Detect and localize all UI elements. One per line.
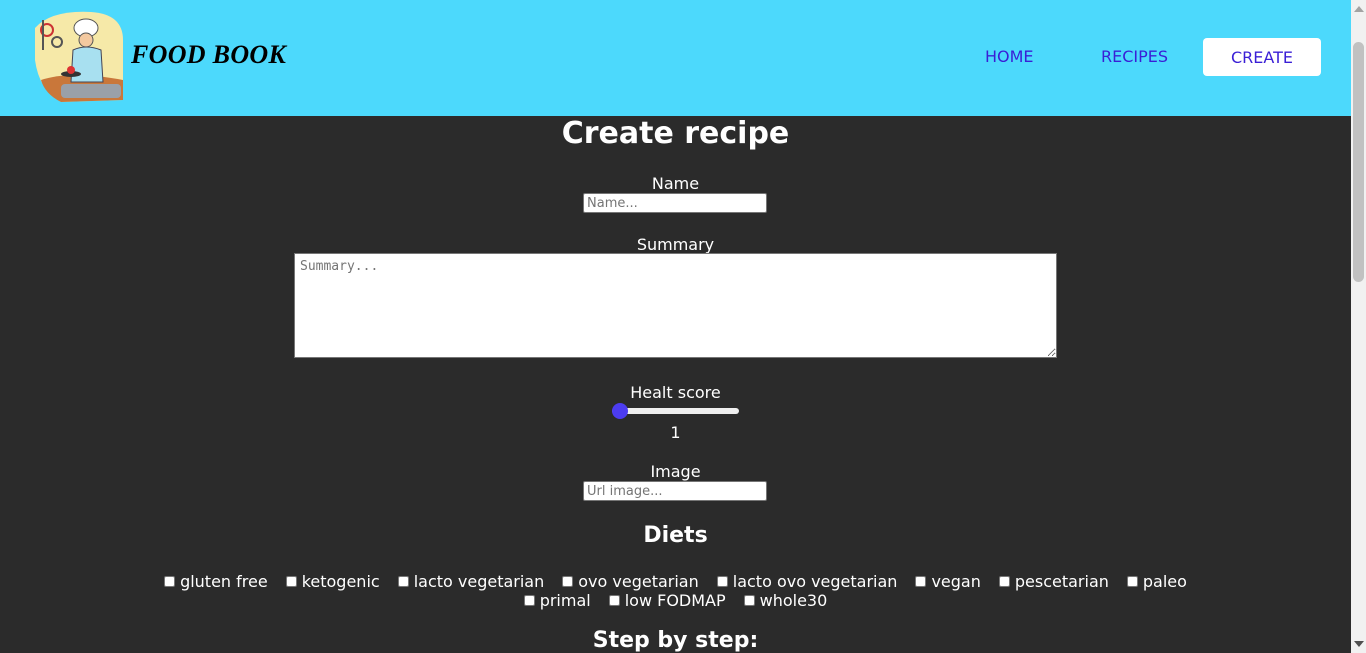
diet-checkbox[interactable] (915, 576, 927, 587)
diet-label: paleo (1142, 572, 1187, 591)
diet-checkbox[interactable] (397, 576, 409, 587)
diet-option[interactable]: low FODMAP (608, 591, 726, 610)
diet-label: vegan (931, 572, 981, 591)
diet-checkbox[interactable] (998, 576, 1010, 587)
diet-checkbox[interactable] (562, 576, 574, 587)
slider-thumb[interactable] (612, 403, 628, 419)
nav-recipes-link[interactable]: RECIPES (1101, 47, 1168, 66)
diet-checkbox[interactable] (743, 595, 755, 606)
diet-label: whole30 (759, 591, 828, 610)
diet-option[interactable]: ketogenic (285, 572, 380, 591)
diet-option[interactable]: lacto ovo vegetarian (716, 572, 898, 591)
nav-home-link[interactable]: HOME (985, 47, 1034, 66)
diet-option[interactable]: primal (523, 591, 591, 610)
chef-logo-icon[interactable] (31, 10, 125, 103)
summary-textarea[interactable] (294, 253, 1057, 358)
scroll-down-arrow-icon[interactable] (1354, 641, 1364, 647)
diet-label: ovo vegetarian (578, 572, 699, 591)
nav-create-button[interactable]: CREATE (1203, 38, 1321, 76)
diet-checkbox[interactable] (716, 576, 728, 587)
diet-option[interactable]: paleo (1126, 572, 1187, 591)
diet-option[interactable]: gluten free (164, 572, 268, 591)
diet-option[interactable]: lacto vegetarian (397, 572, 545, 591)
diet-checkbox[interactable] (285, 576, 297, 587)
image-label: Image (650, 462, 701, 481)
health-score-label: Healt score (630, 383, 721, 402)
diet-label: low FODMAP (624, 591, 726, 610)
steps-title: Step by step: (592, 628, 759, 653)
page-title: Create recipe (561, 116, 790, 151)
summary-label: Summary (636, 235, 715, 254)
navbar: FOOD BOOK HOME RECIPES CREATE (0, 0, 1351, 116)
diet-checkbox[interactable] (523, 595, 535, 606)
name-label: Name (651, 174, 700, 193)
health-score-slider[interactable] (612, 403, 739, 419)
diet-label: ketogenic (301, 572, 380, 591)
diet-label: primal (539, 591, 591, 610)
diet-checkbox[interactable] (608, 595, 620, 606)
diets-row-1: gluten free ketogenic lacto vegetarian o… (0, 572, 1351, 591)
diet-option[interactable]: ovo vegetarian (562, 572, 699, 591)
scrollbar-thumb[interactable] (1353, 42, 1364, 282)
diet-checkbox[interactable] (164, 576, 176, 587)
health-score-value: 1 (670, 423, 681, 442)
diet-label: gluten free (180, 572, 268, 591)
diet-checkbox[interactable] (1126, 576, 1138, 587)
scroll-up-arrow-icon[interactable] (1354, 6, 1364, 12)
diet-option[interactable]: vegan (915, 572, 981, 591)
name-input[interactable] (583, 193, 767, 213)
diet-option[interactable]: whole30 (743, 591, 828, 610)
diet-label: lacto ovo vegetarian (732, 572, 898, 591)
diet-label: lacto vegetarian (413, 572, 545, 591)
diet-option[interactable]: pescetarian (998, 572, 1109, 591)
slider-track (612, 408, 739, 414)
diets-row-2: primal low FODMAP whole30 (0, 591, 1351, 610)
image-url-input[interactable] (583, 481, 767, 501)
diet-label: pescetarian (1014, 572, 1109, 591)
diets-title: Diets (643, 523, 708, 548)
brand-title: FOOD BOOK (131, 40, 287, 69)
